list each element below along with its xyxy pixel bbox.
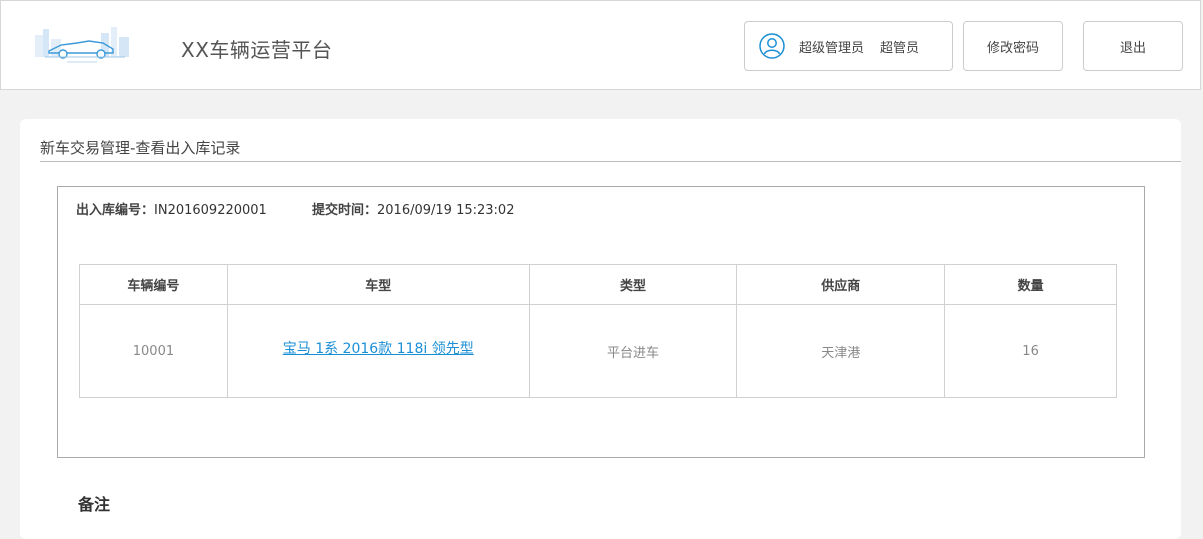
change-password-button[interactable]: 修改密码 xyxy=(963,21,1063,71)
submit-time-label: 提交时间： xyxy=(312,203,378,218)
column-header-type: 类型 xyxy=(528,264,738,305)
column-header-supplier: 供应商 xyxy=(736,264,946,305)
user-menu[interactable]: 超级管理员 超管员 xyxy=(744,21,953,71)
record-id-label: 出入库编号： xyxy=(76,203,155,218)
cell-quantity: 16 xyxy=(944,304,1117,398)
record-panel: 出入库编号：IN201609220001 提交时间：2016/09/19 15:… xyxy=(57,186,1145,458)
cell-supplier: 天津港 xyxy=(736,304,946,398)
top-header: XX车辆运营平台 超级管理员 超管员 修改密码 退出 xyxy=(0,0,1201,90)
cell-vehicle-id: 10001 xyxy=(79,304,228,398)
cell-type: 平台进车 xyxy=(528,304,738,398)
vehicle-table: 车辆编号 车型 类型 供应商 数量 10001 宝马 1系 2016款 118i… xyxy=(79,264,1117,398)
column-header-quantity: 数量 xyxy=(944,264,1117,305)
user-name: 超管员 xyxy=(880,40,920,56)
user-icon xyxy=(759,33,785,59)
submit-time: 提交时间：2016/09/19 15:23:02 xyxy=(312,199,514,218)
user-role: 超级管理员 xyxy=(799,40,865,56)
record-id: 出入库编号：IN201609220001 xyxy=(76,199,267,218)
page-title: 新车交易管理-查看出入库记录 xyxy=(40,139,241,157)
column-header-model: 车型 xyxy=(226,264,530,305)
submit-time-value: 2016/09/19 15:23:02 xyxy=(377,203,515,218)
car-logo-icon xyxy=(35,27,129,63)
main-card: 新车交易管理-查看出入库记录 出入库编号：IN201609220001 提交时间… xyxy=(20,119,1181,539)
vehicle-model-link[interactable]: 宝马 1系 2016款 118i 领先型 xyxy=(283,341,474,357)
record-id-value: IN201609220001 xyxy=(154,203,267,218)
cell-model: 宝马 1系 2016款 118i 领先型 xyxy=(226,304,530,398)
app-title: XX车辆运营平台 xyxy=(181,38,333,62)
title-divider xyxy=(40,161,1181,162)
logout-button[interactable]: 退出 xyxy=(1083,21,1183,71)
column-header-vehicle-id: 车辆编号 xyxy=(79,264,228,305)
table-row: 10001 宝马 1系 2016款 118i 领先型 平台进车 天津港 16 xyxy=(79,304,1117,398)
remarks-heading: 备注 xyxy=(78,495,111,514)
table-header-row: 车辆编号 车型 类型 供应商 数量 xyxy=(79,264,1117,305)
